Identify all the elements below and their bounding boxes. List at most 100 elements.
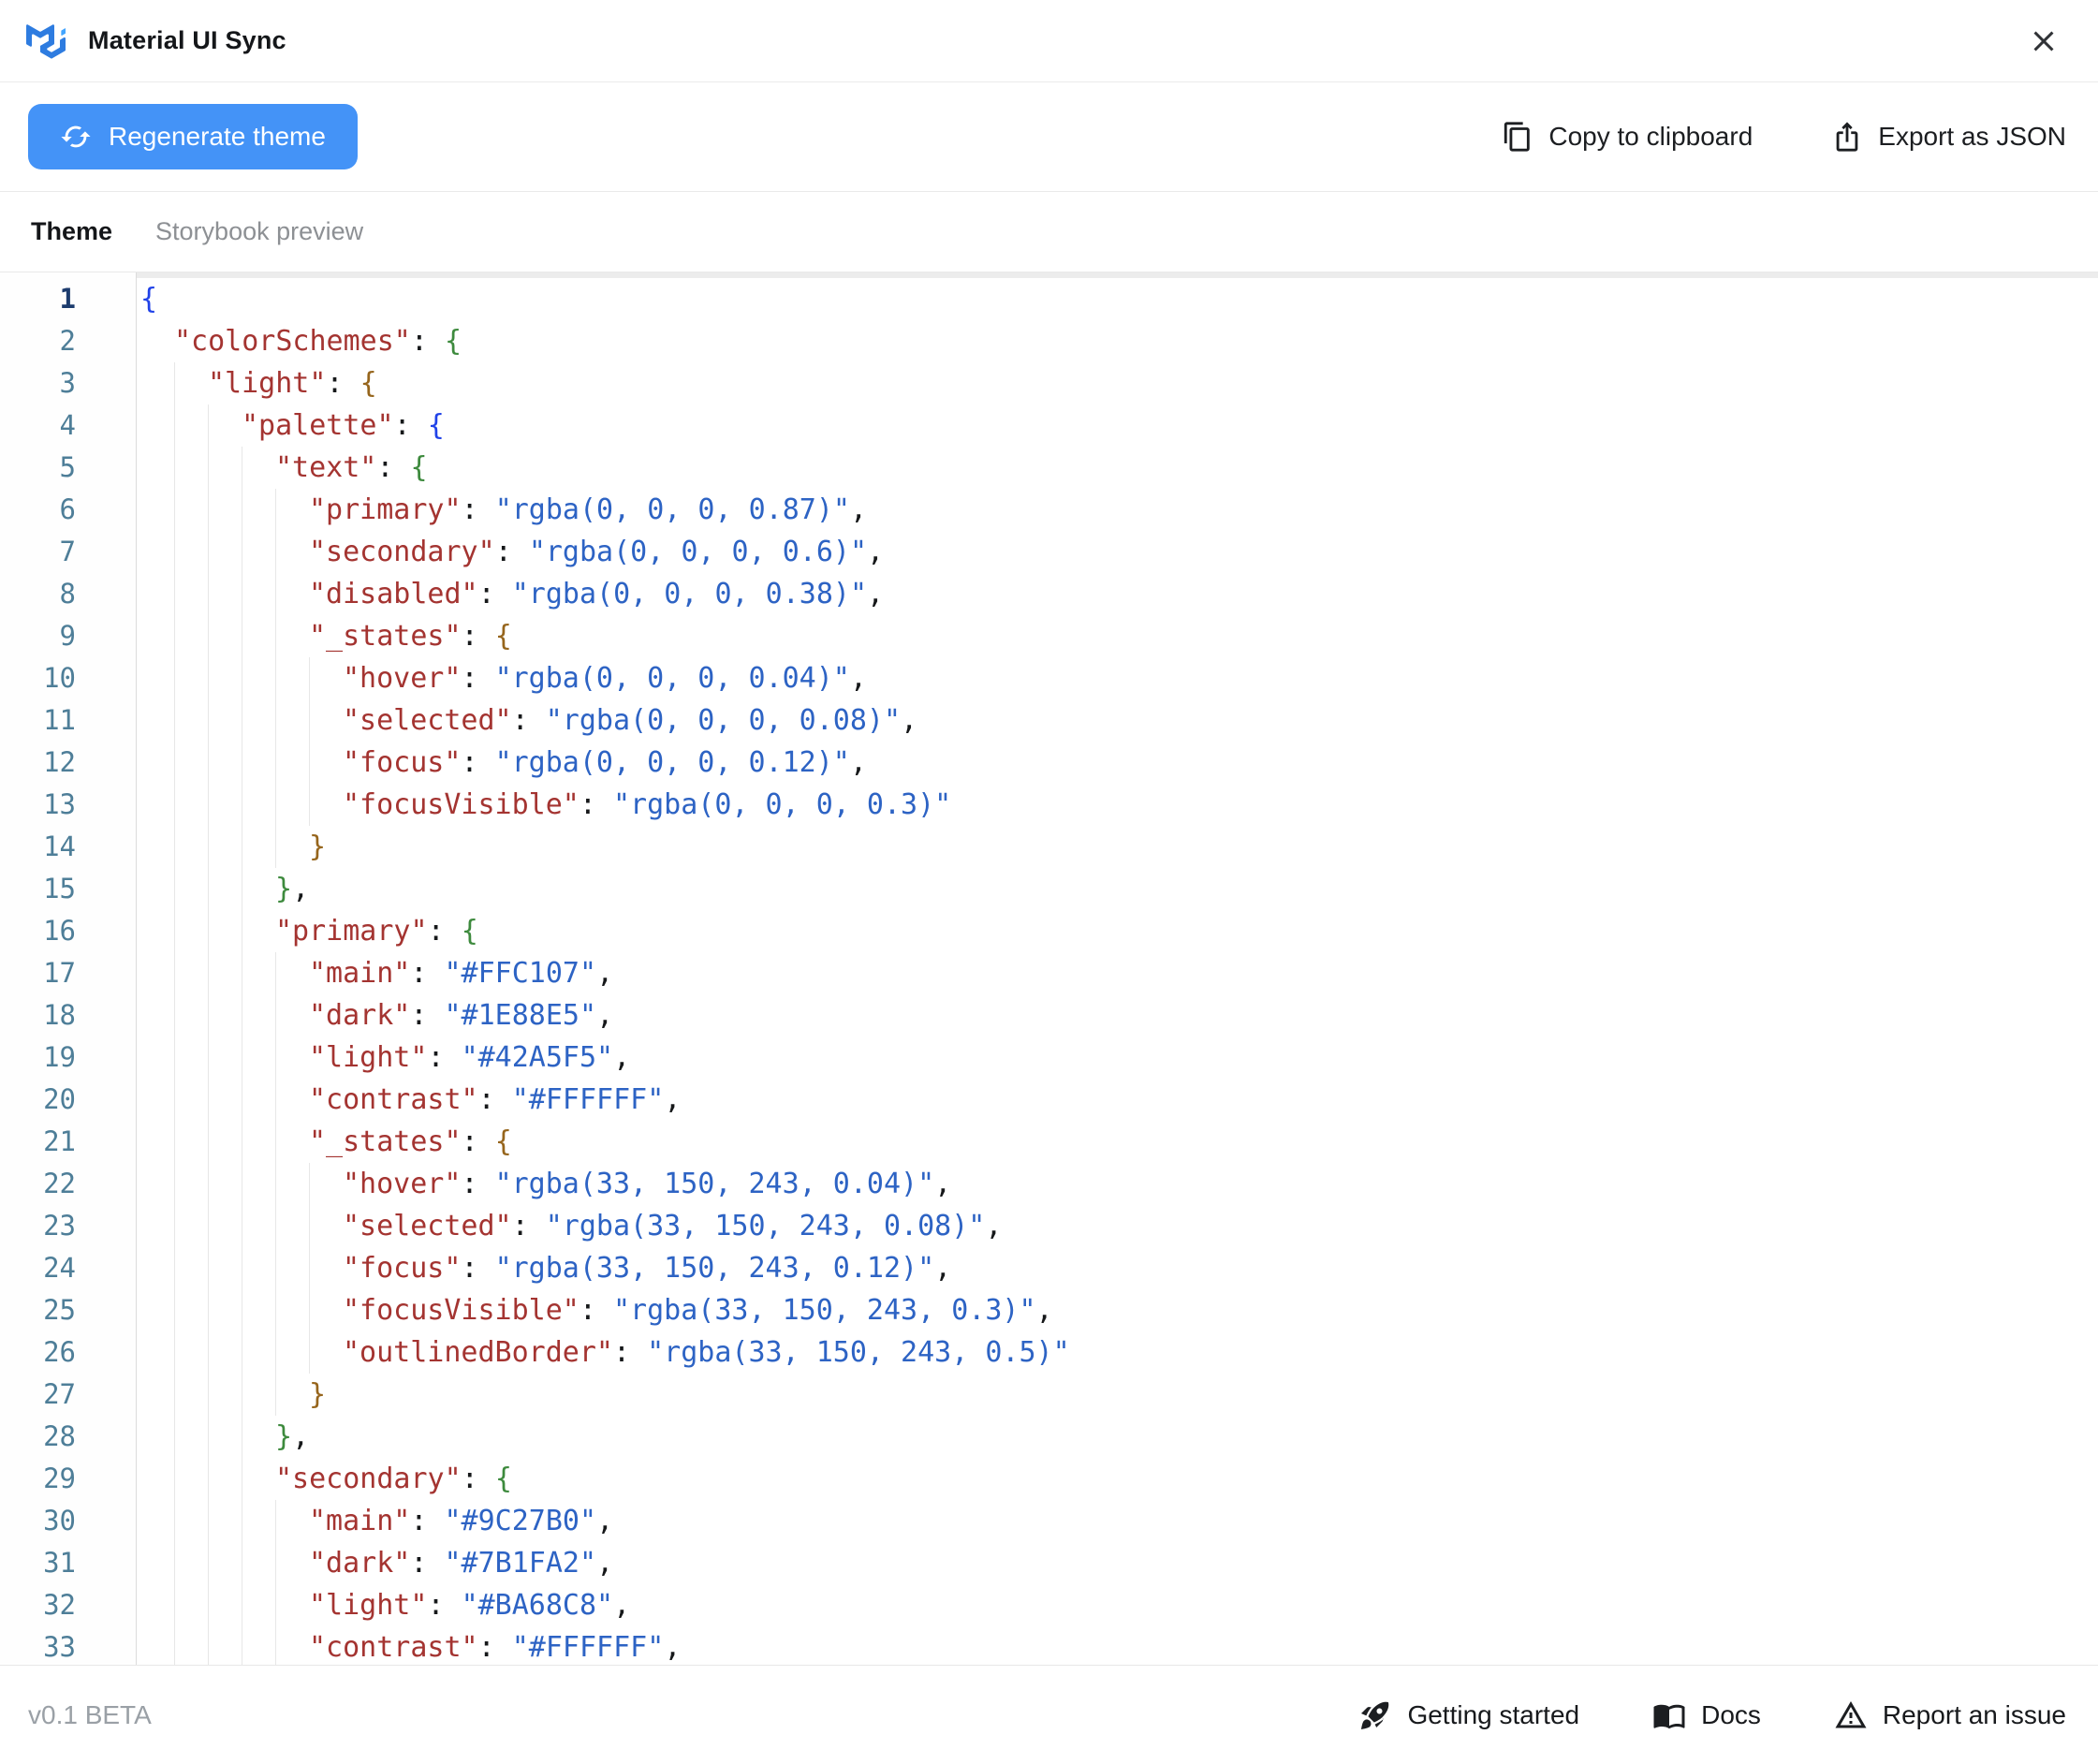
code-line[interactable]: } xyxy=(137,826,2098,868)
code-token-str: "#9C27B0" xyxy=(445,1505,597,1537)
indent-guide xyxy=(275,1247,309,1289)
indent-spacer xyxy=(140,489,174,531)
indent-guide xyxy=(174,1036,208,1079)
line-number: 23 xyxy=(0,1205,136,1247)
code-line[interactable]: "light": "#BA68C8", xyxy=(137,1584,2098,1626)
code-line[interactable]: "colorSchemes": { xyxy=(137,320,2098,362)
indent-guide xyxy=(208,910,242,952)
copy-to-clipboard-button[interactable]: Copy to clipboard xyxy=(1502,121,1753,153)
editor-content[interactable]: {"colorSchemes": {"light": {"palette": {… xyxy=(137,272,2098,1665)
line-number: 2 xyxy=(0,320,136,362)
line-number: 9 xyxy=(0,615,136,657)
indent-guide xyxy=(174,1331,208,1374)
code-token-p: , xyxy=(596,1505,613,1537)
code-line[interactable]: "secondary": "rgba(0, 0, 0, 0.6)", xyxy=(137,531,2098,573)
line-number: 14 xyxy=(0,826,136,868)
code-line[interactable]: "hover": "rgba(33, 150, 243, 0.04)", xyxy=(137,1163,2098,1205)
code-line[interactable]: "dark": "#7B1FA2", xyxy=(137,1542,2098,1584)
line-number: 11 xyxy=(0,699,136,742)
code-line[interactable]: } xyxy=(137,1374,2098,1416)
code-token-p: , xyxy=(596,957,613,990)
indent-guide xyxy=(208,868,242,910)
indent-guide xyxy=(208,1374,242,1416)
code-line[interactable]: "focus": "rgba(0, 0, 0, 0.12)", xyxy=(137,742,2098,784)
code-line[interactable]: "_states": { xyxy=(137,615,2098,657)
code-line[interactable]: "secondary": { xyxy=(137,1458,2098,1500)
code-token-str: "rgba(0, 0, 0, 0.08)" xyxy=(546,704,901,737)
indent-guide xyxy=(174,1247,208,1289)
code-line[interactable]: "focusVisible": "rgba(0, 0, 0, 0.3)" xyxy=(137,784,2098,826)
indent-guide xyxy=(275,1163,309,1205)
indent-guide xyxy=(174,657,208,699)
indent-guide xyxy=(242,1331,275,1374)
indent-guide xyxy=(208,1163,242,1205)
code-line[interactable]: }, xyxy=(137,1416,2098,1458)
tab-storybook-preview[interactable]: Storybook preview xyxy=(155,217,363,246)
indent-spacer xyxy=(140,1542,174,1584)
line-number: 26 xyxy=(0,1331,136,1374)
regenerate-theme-button[interactable]: Regenerate theme xyxy=(28,104,358,169)
indent-spacer xyxy=(140,1205,174,1247)
code-token-p: : xyxy=(410,1547,444,1580)
indent-guide xyxy=(242,1247,275,1289)
code-token-p: : xyxy=(580,1294,613,1327)
line-number: 1 xyxy=(0,278,136,320)
code-line[interactable]: "light": { xyxy=(137,362,2098,404)
code-line[interactable]: "text": { xyxy=(137,447,2098,489)
indent-guide xyxy=(242,1289,275,1331)
code-token-p: , xyxy=(985,1210,1002,1242)
code-line[interactable]: "hover": "rgba(0, 0, 0, 0.04)", xyxy=(137,657,2098,699)
code-line[interactable]: "main": "#FFC107", xyxy=(137,952,2098,994)
indent-guide xyxy=(208,784,242,826)
indent-guide xyxy=(275,784,309,826)
code-line[interactable]: "main": "#9C27B0", xyxy=(137,1500,2098,1542)
indent-guide xyxy=(242,489,275,531)
indent-guide xyxy=(208,952,242,994)
getting-started-link[interactable]: Getting started xyxy=(1358,1698,1579,1732)
code-token-p: : xyxy=(478,578,512,610)
code-line[interactable]: "selected": "rgba(0, 0, 0, 0.08)", xyxy=(137,699,2098,742)
indent-guide xyxy=(242,1163,275,1205)
indent-guide xyxy=(208,826,242,868)
code-line[interactable]: "selected": "rgba(33, 150, 243, 0.08)", xyxy=(137,1205,2098,1247)
code-token-key: "focus" xyxy=(343,1252,461,1285)
code-line[interactable]: "disabled": "rgba(0, 0, 0, 0.38)", xyxy=(137,573,2098,615)
code-line[interactable]: "outlinedBorder": "rgba(33, 150, 243, 0.… xyxy=(137,1331,2098,1374)
code-token-p: , xyxy=(292,873,309,905)
indent-guide xyxy=(208,699,242,742)
code-line[interactable]: }, xyxy=(137,868,2098,910)
code-token-p: , xyxy=(613,1589,630,1622)
indent-guide xyxy=(309,1331,343,1374)
code-line[interactable]: "focus": "rgba(33, 150, 243, 0.12)", xyxy=(137,1247,2098,1289)
indent-guide xyxy=(208,1626,242,1665)
export-as-json-button[interactable]: Export as JSON xyxy=(1831,121,2066,153)
indent-guide xyxy=(309,1205,343,1247)
indent-guide xyxy=(208,1500,242,1542)
theme-json-editor[interactable]: 1234567891011121314151617181920212223242… xyxy=(0,272,2098,1665)
docs-link[interactable]: Docs xyxy=(1652,1698,1761,1732)
indent-guide xyxy=(275,699,309,742)
code-line[interactable]: "primary": "rgba(0, 0, 0, 0.87)", xyxy=(137,489,2098,531)
indent-guide xyxy=(242,657,275,699)
code-line[interactable]: "_states": { xyxy=(137,1121,2098,1163)
code-line[interactable]: "contrast": "#FFFFFF", xyxy=(137,1626,2098,1665)
indent-guide xyxy=(174,1121,208,1163)
report-an-issue-link[interactable]: Report an issue xyxy=(1834,1698,2066,1732)
code-line[interactable]: { xyxy=(137,278,2098,320)
line-number: 32 xyxy=(0,1584,136,1626)
code-line[interactable]: "light": "#42A5F5", xyxy=(137,1036,2098,1079)
code-line[interactable]: "focusVisible": "rgba(33, 150, 243, 0.3)… xyxy=(137,1289,2098,1331)
code-line[interactable]: "contrast": "#FFFFFF", xyxy=(137,1079,2098,1121)
code-line[interactable]: "primary": { xyxy=(137,910,2098,952)
code-token-key: "hover" xyxy=(343,662,461,695)
code-line[interactable]: "palette": { xyxy=(137,404,2098,447)
tab-theme[interactable]: Theme xyxy=(31,217,112,246)
indent-guide xyxy=(275,1036,309,1079)
code-token-str: "rgba(0, 0, 0, 0.87)" xyxy=(495,493,850,526)
close-button[interactable] xyxy=(2021,19,2066,64)
code-token-p: : xyxy=(580,788,613,821)
code-line[interactable]: "dark": "#1E88E5", xyxy=(137,994,2098,1036)
indent-guide xyxy=(309,699,343,742)
code-token-key: "hover" xyxy=(343,1168,461,1200)
indent-spacer xyxy=(140,1163,174,1205)
